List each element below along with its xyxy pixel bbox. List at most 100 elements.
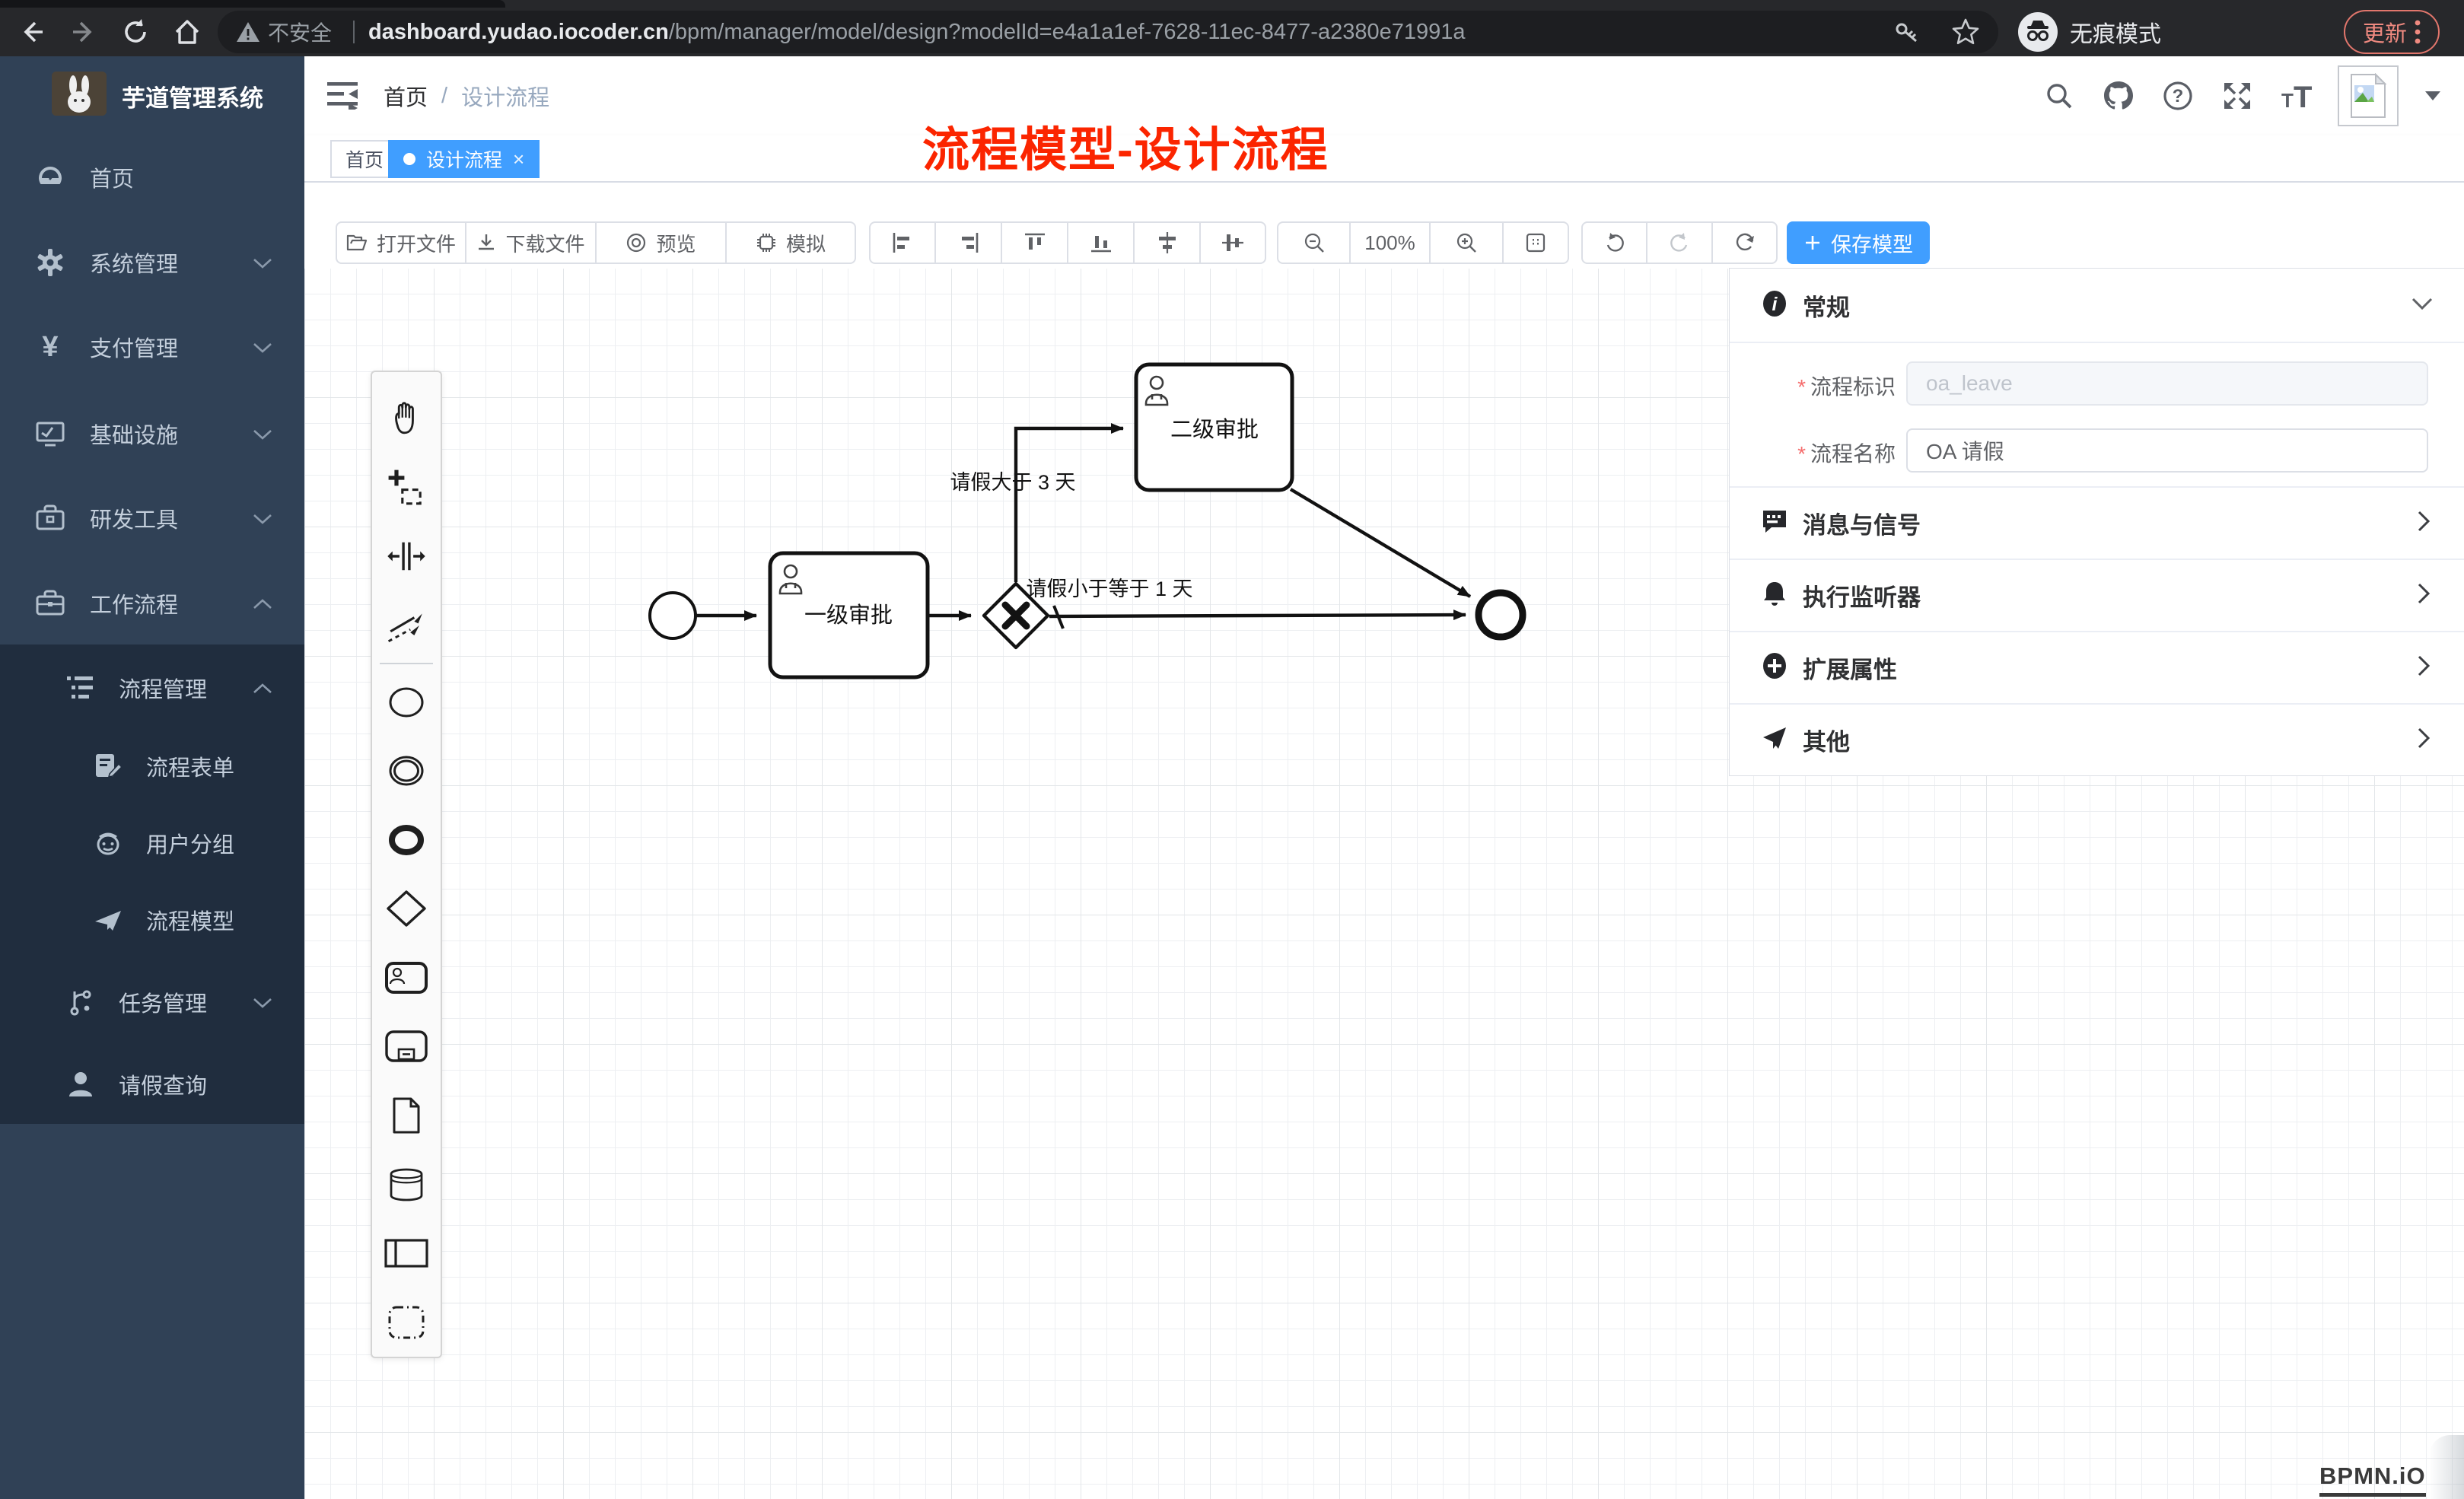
create-group-icon[interactable]: [371, 1288, 442, 1357]
github-icon[interactable]: [2100, 78, 2137, 114]
user-task-level1[interactable]: 一级审批: [770, 553, 928, 677]
browser-tabstrip: [0, 0, 2464, 8]
app-logo-row[interactable]: 芋道管理系统: [0, 56, 304, 135]
required-marker: *: [1797, 375, 1806, 399]
create-data-object-icon[interactable]: [371, 1081, 442, 1151]
svg-text:T: T: [2281, 89, 2294, 112]
sidebar-item-process-mgmt[interactable]: 流程管理: [0, 650, 304, 726]
section-extended-attrs[interactable]: 扩展属性: [1730, 631, 2464, 703]
save-model-button[interactable]: 保存模型: [1787, 221, 1930, 264]
create-participant-icon[interactable]: [371, 1219, 442, 1288]
sidebar-item-system[interactable]: 系统管理: [0, 224, 304, 301]
zoom-in-button[interactable]: [1430, 221, 1503, 264]
lasso-tool-icon[interactable]: [371, 454, 442, 523]
chevron-right-icon: [2417, 582, 2431, 609]
align-center-h-button[interactable]: [1134, 221, 1200, 264]
bell-icon: [1761, 580, 1788, 611]
section-execution-listener[interactable]: 执行监听器: [1730, 559, 2464, 631]
flow-task2-to-end[interactable]: [1291, 489, 1470, 597]
align-center-v-button[interactable]: [1200, 221, 1266, 264]
hand-tool-icon[interactable]: [371, 384, 442, 454]
message-icon: [1761, 508, 1788, 539]
font-size-icon[interactable]: TT: [2278, 78, 2315, 114]
align-bottom-icon: [1090, 231, 1113, 254]
align-right-button[interactable]: [935, 221, 1001, 264]
sidebar-item-leave-query[interactable]: 请假查询: [0, 1046, 304, 1122]
browser-update-button[interactable]: 更新: [2344, 10, 2440, 54]
help-icon[interactable]: ?: [2160, 78, 2196, 114]
create-subprocess-icon[interactable]: [371, 1012, 442, 1081]
zoom-out-button[interactable]: [1277, 221, 1350, 264]
end-event[interactable]: [1479, 593, 1523, 637]
create-gateway-icon[interactable]: [371, 874, 442, 944]
sidebar-item-workflow[interactable]: 工作流程: [0, 565, 304, 641]
collapse-sidebar-icon[interactable]: [326, 79, 359, 113]
tab-design-process[interactable]: 设计流程 ×: [388, 140, 540, 178]
sidebar-item-label: 请假查询: [119, 1068, 207, 1100]
preview-button[interactable]: 预览: [596, 221, 726, 264]
align-left-button[interactable]: [869, 221, 935, 264]
section-other[interactable]: 其他: [1730, 703, 2464, 775]
space-tool-icon[interactable]: [371, 522, 442, 591]
flow-label-gt[interactable]: 请假大于 3 天: [950, 471, 1075, 494]
create-user-task-icon[interactable]: [371, 944, 442, 1013]
canvas-corner-shadow: [2429, 1435, 2464, 1499]
app-title: 芋道管理系统: [122, 56, 263, 135]
process-name-input[interactable]: [1906, 428, 2428, 473]
redo-button[interactable]: [1647, 221, 1712, 264]
sidebar-item-user-group[interactable]: 用户分组: [0, 805, 304, 881]
process-key-input[interactable]: [1906, 361, 2428, 406]
create-start-event-icon[interactable]: [371, 667, 442, 737]
section-general[interactable]: i 常规: [1730, 269, 2464, 342]
password-key-icon[interactable]: [1893, 18, 1921, 46]
global-connect-tool-icon[interactable]: [371, 591, 442, 660]
create-intermediate-event-icon[interactable]: [371, 737, 442, 806]
create-data-store-icon[interactable]: [371, 1150, 442, 1219]
sidebar-item-process-form[interactable]: 流程表单: [0, 728, 304, 804]
search-icon[interactable]: [2041, 78, 2077, 114]
zoom-reset-button[interactable]: [1503, 221, 1569, 264]
align-top-button[interactable]: [1001, 221, 1068, 264]
gear-icon: [33, 246, 67, 279]
back-icon[interactable]: [15, 15, 49, 49]
annotation-title: 流程模型-设计流程: [922, 111, 1329, 180]
chevron-down-icon: [253, 506, 272, 531]
sidebar-item-payment[interactable]: ¥ 支付管理: [0, 309, 304, 385]
simulate-button[interactable]: 模拟: [726, 221, 856, 264]
section-message-signal[interactable]: 消息与信号: [1730, 486, 2464, 559]
security-label[interactable]: 不安全: [268, 17, 332, 47]
open-file-button[interactable]: 打开文件: [336, 221, 466, 264]
sidebar-item-infra[interactable]: 基础设施: [0, 396, 304, 472]
breadcrumb-home[interactable]: 首页: [384, 80, 428, 112]
caret-down-icon[interactable]: [2421, 78, 2444, 114]
bpmn-io-watermark[interactable]: BPMN.iO: [2319, 1462, 2426, 1497]
address-bar[interactable]: 不安全 dashboard.yudao.iocoder.cn/bpm/manag…: [218, 11, 1998, 53]
chip-icon: [756, 232, 777, 253]
bpmn-diagram[interactable]: 请假大于 3 天 请假小于等于 1 天 一级审批: [304, 268, 1598, 724]
sidebar-item-devtools[interactable]: 研发工具: [0, 480, 304, 556]
sidebar-item-home[interactable]: 首页: [0, 139, 304, 215]
download-file-button[interactable]: 下载文件: [466, 221, 596, 264]
undo-button[interactable]: [1581, 221, 1647, 264]
home-icon[interactable]: [170, 15, 204, 49]
chevron-down-icon: [253, 990, 272, 1015]
avatar[interactable]: [2338, 65, 2399, 126]
sidebar-item-label: 基础设施: [90, 418, 178, 450]
fullscreen-icon[interactable]: [2219, 78, 2255, 114]
sidebar-item-task-mgmt[interactable]: 任务管理: [0, 964, 304, 1040]
sidebar-item-process-model[interactable]: 流程模型: [0, 882, 304, 958]
flow-label-le[interactable]: 请假小于等于 1 天: [1026, 578, 1192, 600]
reload-icon[interactable]: [119, 15, 152, 49]
restart-button[interactable]: [1712, 221, 1778, 264]
create-end-event-icon[interactable]: [371, 805, 442, 874]
user-task-level2[interactable]: 二级审批: [1136, 364, 1292, 490]
align-bottom-button[interactable]: [1068, 221, 1134, 264]
section-label: 执行监听器: [1803, 578, 1921, 613]
flow-gateway-to-task2[interactable]: [1016, 428, 1123, 582]
close-icon[interactable]: ×: [513, 149, 524, 169]
svg-text:T: T: [2294, 81, 2312, 112]
start-event[interactable]: [650, 593, 696, 638]
flow-gateway-to-end[interactable]: [1049, 615, 1466, 616]
forward-icon[interactable]: [67, 15, 100, 49]
bookmark-star-icon[interactable]: [1951, 18, 1980, 46]
